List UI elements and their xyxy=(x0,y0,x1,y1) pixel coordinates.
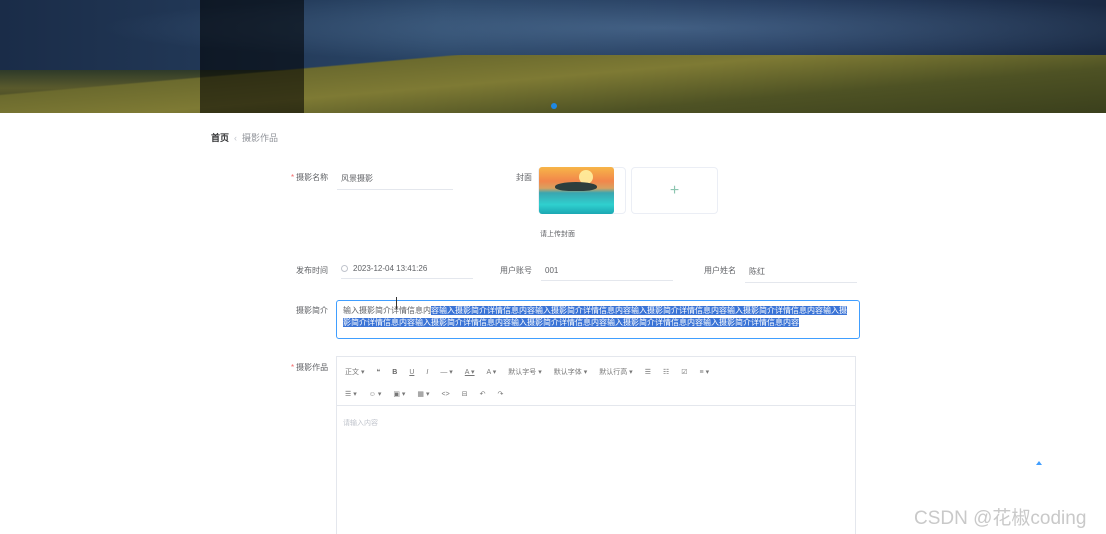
paragraph-style-button[interactable]: 正文 ▾ xyxy=(345,367,364,377)
plus-icon: + xyxy=(669,181,680,199)
font-color-button[interactable]: A ▾ xyxy=(465,368,475,376)
quote-button[interactable]: ❝ xyxy=(376,368,380,376)
user-name-label: 用户姓名 xyxy=(704,266,736,275)
publish-time-label: 发布时间 xyxy=(296,266,328,275)
bullet-list-icon[interactable]: ☰ xyxy=(645,368,651,376)
undo-icon[interactable]: ↶ xyxy=(480,390,486,398)
rich-text-editor: 正文 ▾ ❝ B U I — ▾ A ▾ A ▾ 默认字号 ▾ 默认字体 ▾ 默… xyxy=(336,356,856,534)
name-label: * 摄影名称 xyxy=(291,173,329,182)
cover-image[interactable] xyxy=(539,167,614,214)
background-color-button[interactable]: A ▾ xyxy=(487,368,497,376)
works-label: * 摄影作品 xyxy=(291,363,329,372)
banner-shadow-panel xyxy=(200,0,304,113)
back-to-top-icon[interactable] xyxy=(1036,461,1042,465)
emoji-icon[interactable]: ☺ ▾ xyxy=(369,390,382,398)
user-account-label: 用户账号 xyxy=(500,266,532,275)
todo-icon[interactable]: ☑ xyxy=(681,368,687,376)
watermark: CSDN @花椒coding xyxy=(914,508,1087,529)
text-cursor-icon xyxy=(396,297,400,309)
user-account-input[interactable]: 001 xyxy=(541,266,673,281)
intro-label: 摄影简介 xyxy=(296,306,328,315)
underline-button[interactable]: U xyxy=(409,369,414,376)
intro-textarea[interactable]: 输入摄影简介详情信息内容输入摄影简介详情信息内容输入摄影简介详情信息内容输入摄影… xyxy=(336,300,860,339)
publish-time-value: 2023-12-04 13:41:26 xyxy=(353,264,428,273)
divider-icon[interactable]: ⊟ xyxy=(462,390,468,398)
clock-icon xyxy=(341,265,348,272)
editor-toolbar: 正文 ▾ ❝ B U I — ▾ A ▾ A ▾ 默认字号 ▾ 默认字体 ▾ 默… xyxy=(337,357,855,406)
toolbar-row-1: 正文 ▾ ❝ B U I — ▾ A ▾ A ▾ 默认字号 ▾ 默认字体 ▾ 默… xyxy=(345,361,847,383)
breadcrumb: 首页 ‹ 摄影作品 xyxy=(211,131,278,144)
font-size-select[interactable]: 默认字号 ▾ xyxy=(508,367,541,377)
name-input[interactable]: 风景摄影 xyxy=(337,173,453,190)
table-icon[interactable]: ▦ ▾ xyxy=(417,390,429,398)
redo-icon[interactable]: ↷ xyxy=(497,390,503,398)
banner-carousel[interactable] xyxy=(0,0,1106,113)
line-height-select[interactable]: 默认行高 ▾ xyxy=(599,367,632,377)
code-icon[interactable]: <> xyxy=(442,391,450,398)
editor-placeholder: 请输入内容 xyxy=(343,420,378,427)
intro-text: 输入摄影简介详情信息内 xyxy=(343,306,431,315)
indent-icon[interactable]: ☰ ▾ xyxy=(345,390,357,398)
breadcrumb-current: 摄影作品 xyxy=(242,133,279,143)
numbered-list-icon[interactable]: ☷ xyxy=(663,368,669,376)
cover-label: 封面 xyxy=(516,173,532,182)
breadcrumb-home[interactable]: 首页 xyxy=(211,133,229,143)
carousel-indicator[interactable] xyxy=(551,103,557,109)
user-name-input[interactable]: 陈红 xyxy=(745,266,857,283)
align-icon[interactable]: ≡ ▾ xyxy=(700,368,710,376)
font-family-select[interactable]: 默认字体 ▾ xyxy=(554,367,587,377)
cover-island xyxy=(555,182,597,191)
cover-tip: 请上传封面 xyxy=(540,231,575,238)
italic-button[interactable]: I xyxy=(426,369,428,376)
editor-content[interactable]: 请输入内容 xyxy=(337,406,855,440)
image-icon[interactable]: ▣ ▾ xyxy=(393,390,405,398)
breadcrumb-separator: ‹ xyxy=(234,133,238,143)
bold-button[interactable]: B xyxy=(392,369,397,376)
more-style-button[interactable]: — ▾ xyxy=(440,368,452,376)
publish-time-picker[interactable]: 2023-12-04 13:41:26 xyxy=(341,264,473,279)
upload-button[interactable]: + xyxy=(631,167,718,214)
toolbar-row-2: ☰ ▾ ☺ ▾ ▣ ▾ ▦ ▾ <> ⊟ ↶ ↷ xyxy=(345,383,847,405)
